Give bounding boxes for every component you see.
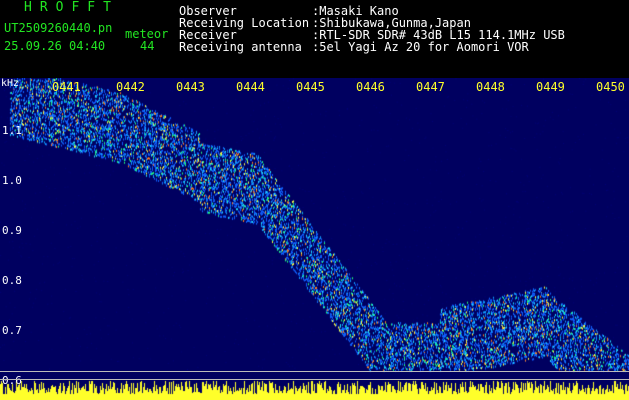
info-values: :Masaki Kano :Shibukawa,Gunma,Japan :RTL… bbox=[312, 5, 565, 53]
time-label-0442: 0442 bbox=[116, 80, 145, 94]
freq-label-0.6: 0.6 bbox=[2, 374, 22, 387]
file-name: UT2509260440.pn bbox=[4, 21, 113, 35]
spectrogram-plot: kHz 1.1 1.0 0.9 0.8 0.7 0.6 0441 0442 04… bbox=[0, 78, 629, 400]
freq-label-0.9: 0.9 bbox=[2, 224, 22, 237]
time-label-0445: 0445 bbox=[296, 80, 325, 94]
time-label-0447: 0447 bbox=[416, 80, 445, 94]
freq-unit-label: kHz bbox=[1, 78, 20, 89]
count: 44 bbox=[140, 39, 155, 53]
antenna-value: :5el Yagi Az 20 for Aomori VOR bbox=[312, 40, 529, 54]
app-title: HROFFT bbox=[24, 0, 119, 15]
datetime: 25.09.26 04:40 bbox=[4, 39, 106, 53]
time-label-0446: 0446 bbox=[356, 80, 385, 94]
reference-line-bottom bbox=[0, 379, 629, 380]
freq-label-0.8: 0.8 bbox=[2, 274, 22, 287]
time-label-0449: 0449 bbox=[536, 80, 565, 94]
time-label-0441: 0441 bbox=[52, 80, 81, 94]
time-label-0450: 0450 bbox=[596, 80, 625, 94]
reference-line-top bbox=[0, 371, 629, 372]
header-panel: HROFFT UT2509260440.pn meteor 25.09.26 0… bbox=[0, 0, 629, 78]
time-label-0444: 0444 bbox=[236, 80, 265, 94]
antenna-label: Receiving antenna bbox=[179, 40, 302, 54]
freq-label-1.1: 1.1 bbox=[2, 124, 22, 137]
info-labels: Observer Receiving Location Receiver Rec… bbox=[179, 5, 309, 53]
time-label-0443: 0443 bbox=[176, 80, 205, 94]
freq-label-0.7: 0.7 bbox=[2, 324, 22, 337]
time-label-0448: 0448 bbox=[476, 80, 505, 94]
spectrogram-canvas bbox=[0, 78, 629, 400]
freq-label-1.0: 1.0 bbox=[2, 174, 22, 187]
